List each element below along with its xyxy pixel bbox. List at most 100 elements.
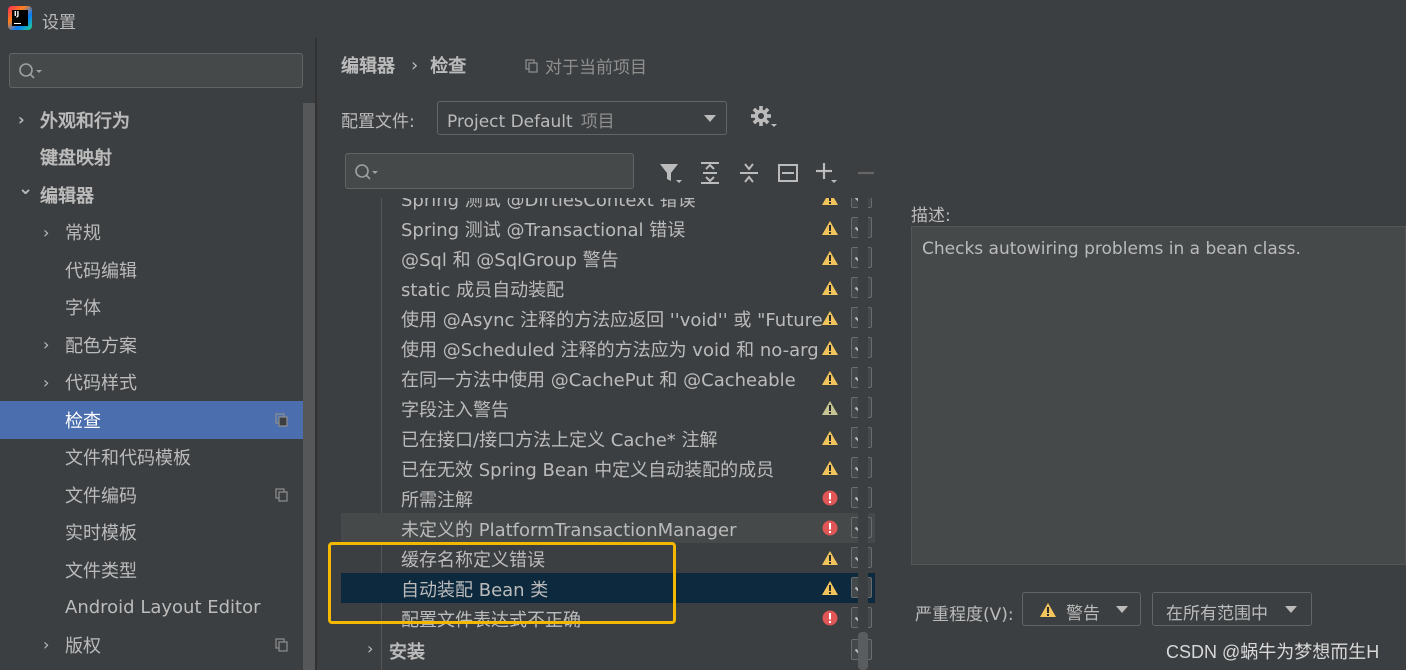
error-icon	[822, 490, 838, 506]
inspection-row[interactable]: Spring 测试 @DirtiesContext 错误	[341, 198, 875, 213]
inspection-label: 在同一方法中使用 @CachePut 和 @Cacheable	[401, 370, 796, 391]
chevron-right-icon[interactable]: ›	[43, 373, 49, 392]
sidebar-item[interactable]: › 代码样式	[0, 364, 300, 402]
chevron-right-icon[interactable]: ›	[43, 335, 49, 354]
profile-label: 配置文件:	[341, 112, 415, 132]
error-icon	[822, 520, 838, 536]
sidebar-item[interactable]: › 配色方案	[0, 326, 300, 364]
collapse-all-icon[interactable]	[729, 160, 768, 186]
breadcrumb-editor[interactable]: 编辑器	[341, 52, 395, 78]
sidebar-item-label: 文件和代码模板	[65, 448, 191, 470]
sidebar-item[interactable]: 文件类型	[0, 551, 300, 589]
description-panel: Checks autowiring problems in a bean cla…	[911, 226, 1406, 565]
chevron-down-icon	[1116, 606, 1128, 613]
expand-all-icon[interactable]	[690, 160, 729, 186]
profile-value: Project Default	[447, 112, 573, 132]
chevron-right-icon[interactable]: ›	[43, 635, 49, 654]
inspection-label: 使用 @Scheduled 注释的方法应为 void 和 no-arg	[401, 340, 819, 361]
csdn-watermark: CSDN @蜗牛为梦想而生H	[1166, 642, 1380, 662]
sidebar-item[interactable]: 实时模板	[0, 514, 300, 552]
sidebar-item[interactable]: 文件编码	[0, 476, 300, 514]
sidebar-item[interactable]: › 版权	[0, 626, 300, 664]
inspections-pane: 编辑器 › 检查 对于当前项目 配置文件: Project Default 项目	[317, 38, 1406, 670]
description-label: 描述:	[911, 206, 951, 226]
inspection-row[interactable]: 所需注解	[341, 483, 875, 513]
sidebar-item-label: 字体	[65, 298, 101, 320]
inspection-label: 所需注解	[401, 490, 473, 511]
severity-dropdown[interactable]: 警告	[1022, 592, 1141, 626]
warning-icon	[822, 551, 838, 565]
sidebar-item[interactable]: 代码编辑	[0, 251, 300, 289]
search-icon	[355, 164, 378, 180]
severity-value: 警告	[1066, 604, 1100, 624]
sidebar-item[interactable]: › 外观和行为	[0, 101, 300, 139]
gear-icon[interactable]	[751, 106, 779, 132]
inspection-group-row[interactable]: › 安装	[341, 635, 875, 665]
sidebar-item-label: 常规	[65, 223, 101, 245]
project-copy-icon	[275, 413, 288, 427]
sidebar-item[interactable]: 字体	[0, 289, 300, 327]
reset-icon[interactable]	[768, 160, 807, 186]
severity-label: 严重程度(V):	[915, 605, 1014, 625]
sidebar-item[interactable]: Android Layout Editor	[0, 589, 300, 627]
project-scope-hint: 对于当前项目	[525, 53, 647, 78]
chevron-right-icon[interactable]: ›	[18, 110, 25, 129]
chevron-right-icon[interactable]: ›	[43, 223, 49, 242]
filter-icon[interactable]	[651, 160, 690, 186]
inspection-row[interactable]: 使用 @Async 注释的方法应返回 ''void'' 或 "Future	[341, 303, 875, 333]
error-icon	[822, 610, 838, 626]
sidebar-item[interactable]: 文件和代码模板	[0, 439, 300, 477]
sidebar-item[interactable]: › 常规	[0, 214, 300, 252]
profile-dropdown[interactable]: Project Default 项目	[437, 101, 727, 135]
project-copy-icon	[275, 638, 288, 652]
settings-search-input[interactable]	[9, 53, 303, 88]
warning-icon	[822, 251, 838, 265]
sidebar-item-label: 代码编辑	[65, 260, 137, 282]
inspection-row[interactable]: 使用 @Scheduled 注释的方法应为 void 和 no-arg	[341, 333, 875, 363]
sidebar-item-label: 配色方案	[65, 335, 137, 357]
annotation-highlight-box	[328, 542, 676, 624]
scrollbar-thumb[interactable]	[858, 632, 868, 670]
sidebar-item-label: 实时模板	[65, 523, 137, 545]
search-icon	[19, 63, 42, 79]
warning-icon	[822, 341, 838, 355]
inspection-label: static 成员自动装配	[401, 280, 565, 301]
inspection-row[interactable]: @Sql 和 @SqlGroup 警告	[341, 243, 875, 273]
inspection-label: Spring 测试 @DirtiesContext 错误	[401, 198, 696, 211]
group-label: 安装	[389, 642, 425, 663]
inspection-label: Spring 测试 @Transactional 错误	[401, 220, 686, 241]
inspection-scrollbar[interactable]	[858, 198, 868, 670]
sidebar-item[interactable]: 键盘映射	[0, 139, 300, 177]
title-bar: IJ 设置	[0, 0, 1406, 38]
inspection-row[interactable]: 已在无效 Spring Bean 中定义自动装配的成员	[341, 453, 875, 483]
remove-icon[interactable]	[846, 160, 885, 186]
profile-suffix: 项目	[580, 112, 615, 132]
sidebar-item-label: 版权	[65, 635, 101, 657]
chevron-down-icon[interactable]: ⌄	[18, 178, 33, 199]
inspection-row[interactable]: static 成员自动装配	[341, 273, 875, 303]
inspection-row[interactable]: 未定义的 PlatformTransactionManager	[341, 513, 875, 543]
inspection-row[interactable]: 已在接口/接口方法上定义 Cache* 注解	[341, 423, 875, 453]
inspection-label: 使用 @Async 注释的方法应返回 ''void'' 或 "Future	[401, 310, 823, 331]
weak-warning-icon	[822, 401, 838, 415]
inspection-row[interactable]: Spring 测试 @Transactional 错误	[341, 213, 875, 243]
settings-tree: › 外观和行为键盘映射 ⌄ 编辑器 › 常规代码编辑字体 › 配色方案 › 代码样式检查文件和代码…	[0, 101, 315, 664]
inspection-row[interactable]: 字段注入警告	[341, 393, 875, 423]
warning-icon	[822, 281, 838, 295]
inspection-row[interactable]: 在同一方法中使用 @CachePut 和 @Cacheable	[341, 363, 875, 393]
project-copy-icon	[525, 58, 538, 73]
chevron-down-icon	[704, 115, 716, 122]
sidebar-scrollbar[interactable]	[303, 103, 315, 670]
sidebar-item-label: 检查	[65, 410, 101, 432]
sidebar-item[interactable]: ⌄ 编辑器	[0, 176, 300, 214]
add-icon[interactable]	[807, 160, 846, 186]
chevron-right-icon[interactable]: ›	[367, 639, 373, 658]
scope-dropdown[interactable]: 在所有范围中	[1152, 592, 1312, 626]
sidebar-item-label: 编辑器	[40, 185, 94, 207]
settings-sidebar: › 外观和行为键盘映射 ⌄ 编辑器 › 常规代码编辑字体 › 配色方案 › 代码样式检查文件和代码…	[0, 38, 315, 670]
warning-icon	[822, 431, 838, 445]
scope-value: 在所有范围中	[1166, 604, 1268, 624]
sidebar-item[interactable]: 检查	[0, 401, 315, 439]
inspection-search-input[interactable]	[345, 153, 634, 189]
sidebar-item-label: 键盘映射	[40, 148, 112, 170]
